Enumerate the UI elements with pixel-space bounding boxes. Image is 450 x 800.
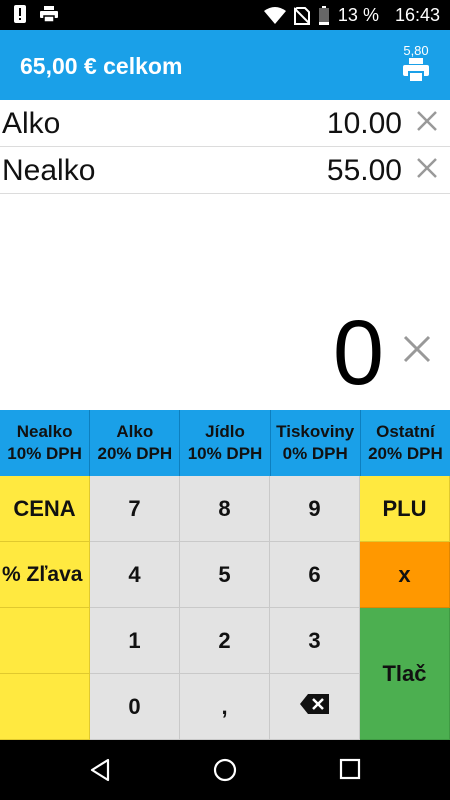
category-vat: 20% DPH: [97, 444, 173, 463]
navigation-bar: [0, 740, 450, 800]
print-receipt-button[interactable]: Tlač: [360, 608, 450, 740]
total-title: 65,00 € celkom: [20, 53, 183, 79]
items-list: Alko 10.00 Nealko 55.00: [0, 100, 450, 194]
key-1[interactable]: 1: [90, 608, 180, 674]
category-name: Nealko: [16, 422, 73, 441]
clock: 16:43: [394, 5, 440, 25]
key-7[interactable]: 7: [90, 476, 180, 542]
printer-icon: [403, 58, 429, 87]
key-2[interactable]: 2: [180, 608, 270, 674]
print-button[interactable]: 5,80: [396, 44, 436, 88]
recents-icon[interactable]: [339, 758, 361, 785]
category-vat: 20% DPH: [368, 444, 443, 463]
battery-icon: [318, 5, 330, 26]
remove-item-icon[interactable]: [416, 157, 438, 184]
item-name: Nealko: [2, 154, 96, 187]
category-button[interactable]: Tiskoviny 0% DPH: [271, 410, 361, 476]
empty-yellow-key: [0, 674, 90, 740]
key-0[interactable]: 0: [90, 674, 180, 740]
key-5[interactable]: 5: [180, 542, 270, 608]
item-name: Alko: [2, 107, 61, 140]
multiply-button[interactable]: x: [360, 542, 450, 608]
category-vat: 10% DPH: [7, 444, 82, 463]
category-name: Ostatní: [376, 422, 435, 441]
item-amount: 55.00: [326, 154, 402, 187]
back-icon[interactable]: [88, 758, 112, 787]
printer-notify-icon: [40, 6, 58, 22]
status-bar: 13 % 16:43: [0, 0, 450, 30]
keypad: CENA 7 8 9 PLU % Zľava 4 5 6 x 1 2 3 Tla…: [0, 476, 450, 740]
plu-button[interactable]: PLU: [360, 476, 450, 542]
item-amount: 10.00: [326, 107, 402, 140]
print-price: 5,80: [403, 43, 429, 58]
battery-percent: 13 %: [337, 5, 379, 25]
wifi-icon: [263, 6, 286, 25]
category-button[interactable]: Nealko 10% DPH: [0, 410, 91, 476]
key-6[interactable]: 6: [270, 542, 360, 608]
discount-button[interactable]: % Zľava: [0, 542, 90, 608]
category-name: Alko: [116, 422, 154, 441]
comma-key[interactable]: ,: [180, 674, 270, 740]
clear-display-icon[interactable]: [402, 334, 432, 369]
category-name: Jídlo: [205, 422, 245, 441]
backspace-icon: [299, 693, 330, 721]
price-button[interactable]: CENA: [0, 476, 90, 542]
list-item[interactable]: Nealko 55.00: [0, 147, 450, 194]
key-9[interactable]: 9: [270, 476, 360, 542]
key-8[interactable]: 8: [180, 476, 270, 542]
category-button[interactable]: Ostatní 20% DPH: [361, 410, 450, 476]
empty-yellow-key: [0, 608, 90, 674]
amount-display: 0: [332, 302, 384, 404]
key-3[interactable]: 3: [270, 608, 360, 674]
remove-item-icon[interactable]: [416, 110, 438, 137]
key-4[interactable]: 4: [90, 542, 180, 608]
category-vat: 0% DPH: [282, 444, 348, 463]
alert-icon: [14, 5, 26, 23]
no-sim-icon: [293, 6, 310, 25]
category-row: Nealko 10% DPH Alko 20% DPH Jídlo 10% DP…: [0, 410, 450, 476]
category-button[interactable]: Jídlo 10% DPH: [180, 410, 271, 476]
category-name: Tiskoviny: [276, 422, 355, 441]
app-bar: 65,00 € celkom 5,80: [0, 30, 450, 100]
category-button[interactable]: Alko 20% DPH: [90, 410, 181, 476]
list-item[interactable]: Alko 10.00: [0, 100, 450, 147]
backspace-key[interactable]: [270, 674, 360, 740]
home-icon[interactable]: [213, 758, 237, 787]
category-vat: 10% DPH: [187, 444, 263, 463]
